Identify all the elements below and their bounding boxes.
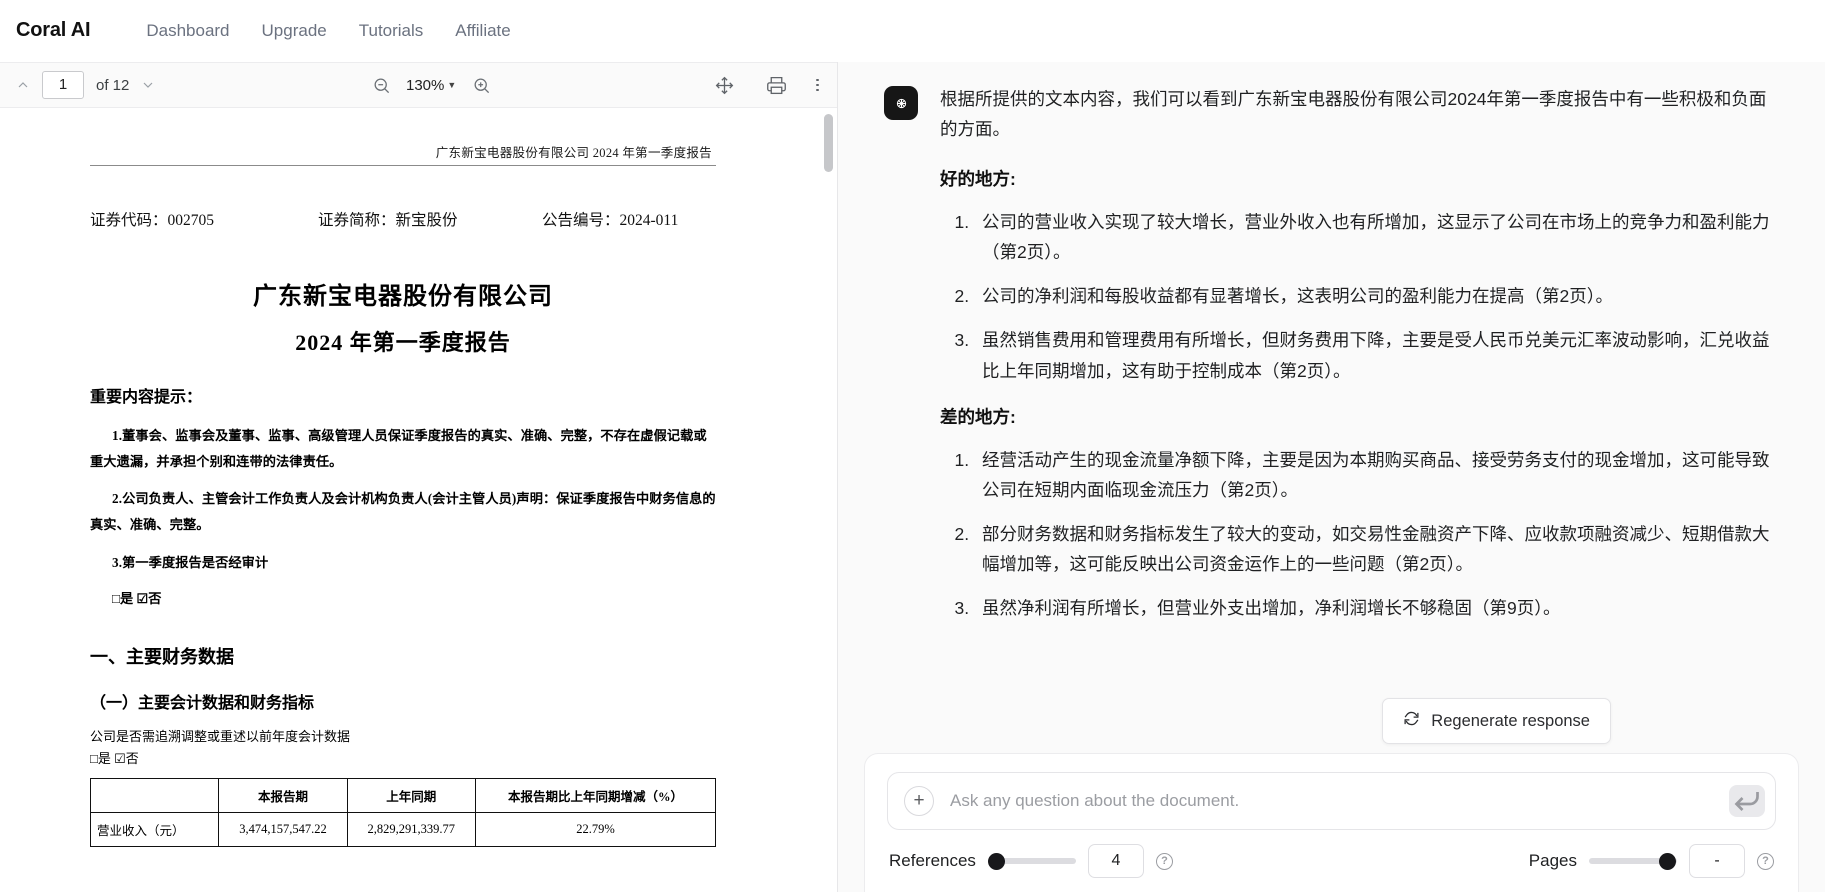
zoom-in-icon[interactable] [470,74,492,96]
question-input[interactable] [950,791,1713,811]
chat-pane: 根据所提供的文本内容，我们可以看到广东新宝电器股份有限公司2024年第一季度报告… [838,62,1825,892]
list-item: 部分财务数据和财务指标发生了较大的变动，如交易性金融资产下降、应收款项融资减少、… [974,519,1779,579]
table-row: 营业收入（元） 3,474,157,547.22 2,829,291,339.7… [89,812,717,848]
doc-retro-note: 公司是否需追溯调整或重述以前年度会计数据 [90,728,351,744]
pdf-vertical-scrollbar[interactable] [824,114,833,754]
composer-panel: + References 4 ? [864,753,1799,892]
pdf-page-1: 广东新宝电器股份有限公司 2024 年第一季度报告 证券代码：002705 证券… [38,108,768,892]
send-message-button[interactable] [1729,785,1765,817]
move-pan-icon[interactable] [712,73,736,97]
top-navigation-bar: Coral AI Dashboard Upgrade Tutorials Aff… [0,0,1825,62]
bad-points-list: 经营活动产生的现金流量净额下降，主要是因为本期购买商品、接受劳务支付的现金增加，… [940,445,1779,623]
nav-link-dashboard[interactable]: Dashboard [130,15,245,47]
zoom-out-icon[interactable] [370,74,392,96]
previous-page-button[interactable] [10,72,36,98]
doc-notice-2: 2.公司负责人、主管会计工作负责人及会计机构负责人(会计主管人员)声明：保证季度… [90,491,716,533]
assistant-lead-paragraph: 根据所提供的文本内容，我们可以看到广东新宝电器股份有限公司2024年第一季度报告… [940,89,1767,140]
regenerate-response-label: Regenerate response [1431,711,1590,730]
references-value-input[interactable]: 4 [1087,844,1144,878]
chevron-down-icon: ▼ [447,80,457,90]
references-slider-knob[interactable] [987,852,1005,870]
coral-brain-icon [884,86,918,120]
next-page-button[interactable] [135,72,161,98]
chat-message-list[interactable]: 根据所提供的文本内容，我们可以看到广东新宝电器股份有限公司2024年第一季度报告… [838,62,1825,753]
nav-link-tutorials[interactable]: Tutorials [343,15,440,47]
retrieval-controls-row: References 4 ? Pages - ? [887,830,1776,892]
table-header-change: 本报告期比上年同期增减（%） [474,778,717,814]
pdf-page-controls: 1 of 12 [0,71,161,99]
pages-slider[interactable] [1589,852,1677,870]
doc-retro-check: □是 ☑否 [90,751,139,767]
table-header-row: 本报告期 上年同期 本报告期比上年同期增减（%） [89,778,717,814]
good-points-list: 公司的营业收入实现了较大增长，营业外收入也有所增加，这显示了公司在市场上的竞争力… [940,207,1779,385]
more-vertical-icon[interactable] [816,78,819,92]
list-item: 虽然销售费用和管理费用有所增长，但财务费用下降，主要是受人民币兑美元汇率波动影响… [974,325,1779,385]
doc-running-header: 广东新宝电器股份有限公司 2024 年第一季度报告 [435,146,712,160]
pages-value-input[interactable]: - [1689,844,1745,878]
references-label: References [889,851,976,870]
doc-notice-1: 1.董事会、监事会及董事、监事、高级管理人员保证季度报告的真实、准确、完整，不存… [90,428,707,469]
doc-announcement-number: 公告编号：2024-011 [542,212,679,229]
doc-financial-table: 本报告期 上年同期 本报告期比上年同期增减（%） 营业收入（元） 3,474,1… [89,778,717,848]
doc-audited-checkbox: □是 ☑否 [112,590,162,606]
pages-control-group: Pages - ? [1529,844,1774,878]
scrollbar-thumb[interactable] [824,114,833,172]
nav-link-affiliate[interactable]: Affiliate [439,15,526,47]
table-cell-change: 22.79% [474,812,717,848]
doc-code-row: 证券代码：002705 证券简称：新宝股份 公告编号：2024-011 [90,208,716,230]
pdf-scroll-area[interactable]: 广东新宝电器股份有限公司 2024 年第一季度报告 证券代码：002705 证券… [0,108,837,892]
doc-company-title: 广东新宝电器股份有限公司 [253,284,553,310]
nav-link-upgrade[interactable]: Upgrade [246,15,343,47]
regenerate-wrapper: Regenerate response [1382,698,1611,744]
help-circle-icon[interactable]: ? [1155,852,1173,870]
total-pages-label: of 12 [96,76,130,94]
zoom-level-dropdown[interactable]: 130% ▼ [406,77,456,94]
table-header-blank [89,778,220,814]
assistant-message-body: 根据所提供的文本内容，我们可以看到广东新宝电器股份有限公司2024年第一季度报告… [940,84,1779,637]
composer-input-row: + [887,772,1776,830]
table-cell-current: 3,474,157,547.22 [218,812,348,848]
table-cell-prior: 2,829,291,339.77 [346,812,476,848]
doc-security-code: 证券代码：002705 [90,212,215,229]
doc-header-rule [90,165,716,166]
brand-logo[interactable]: Coral AI [16,19,91,42]
page-number-input[interactable]: 1 [42,71,84,99]
table-cell-metric: 营业收入（元） [89,812,220,848]
main-content-area: 1 of 12 130% ▼ 广东新宝电器股份有限公司 2024 年第一季度报告… [0,62,1825,892]
plus-icon[interactable]: + [904,786,934,816]
pages-label: Pages [1528,851,1577,870]
table-header-current: 本报告期 [218,778,348,814]
pdf-zoom-controls: 130% ▼ [370,74,492,96]
doc-security-name: 证券简称：新宝股份 [318,212,458,229]
list-item: 经营活动产生的现金流量净额下降，主要是因为本期购买商品、接受劳务支付的现金增加，… [974,445,1779,505]
regenerate-response-button[interactable]: Regenerate response [1382,698,1611,744]
print-icon[interactable] [764,73,788,97]
refresh-icon [1403,710,1420,732]
good-points-heading: 好的地方: [940,169,1016,190]
pdf-toolbar: 1 of 12 130% ▼ [0,62,837,108]
references-slider[interactable] [987,852,1076,870]
doc-section-one: 一、主要财务数据 [90,646,234,667]
list-item: 虽然净利润有所增长，但营业外支出增加，净利润增长不够稳固（第9页）。 [974,593,1779,623]
references-control-group: References 4 ? [889,844,1173,878]
zoom-level-value: 130% [406,76,445,94]
doc-notice-3: 3.第一季度报告是否经审计 [112,554,269,570]
pdf-tool-actions [712,73,819,97]
doc-report-title: 2024 年第一季度报告 [295,330,511,355]
doc-notice-heading: 重要内容提示： [90,389,203,406]
list-item: 公司的营业收入实现了较大增长，营业外收入也有所增加，这显示了公司在市场上的竞争力… [974,207,1779,267]
list-item: 公司的净利润和每股收益都有显著增长，这表明公司的盈利能力在提高（第2页）。 [974,281,1779,311]
doc-subsection-one: （一）主要会计数据和财务指标 [90,694,315,712]
bad-points-heading: 差的地方: [940,406,1016,427]
pages-slider-knob[interactable] [1659,852,1676,870]
help-circle-icon[interactable]: ? [1757,852,1774,870]
assistant-message: 根据所提供的文本内容，我们可以看到广东新宝电器股份有限公司2024年第一季度报告… [884,84,1779,637]
table-header-prior: 上年同期 [346,778,476,814]
pdf-viewer-pane: 1 of 12 130% ▼ 广东新宝电器股份有限公司 2024 年第一季度报告… [0,62,838,892]
